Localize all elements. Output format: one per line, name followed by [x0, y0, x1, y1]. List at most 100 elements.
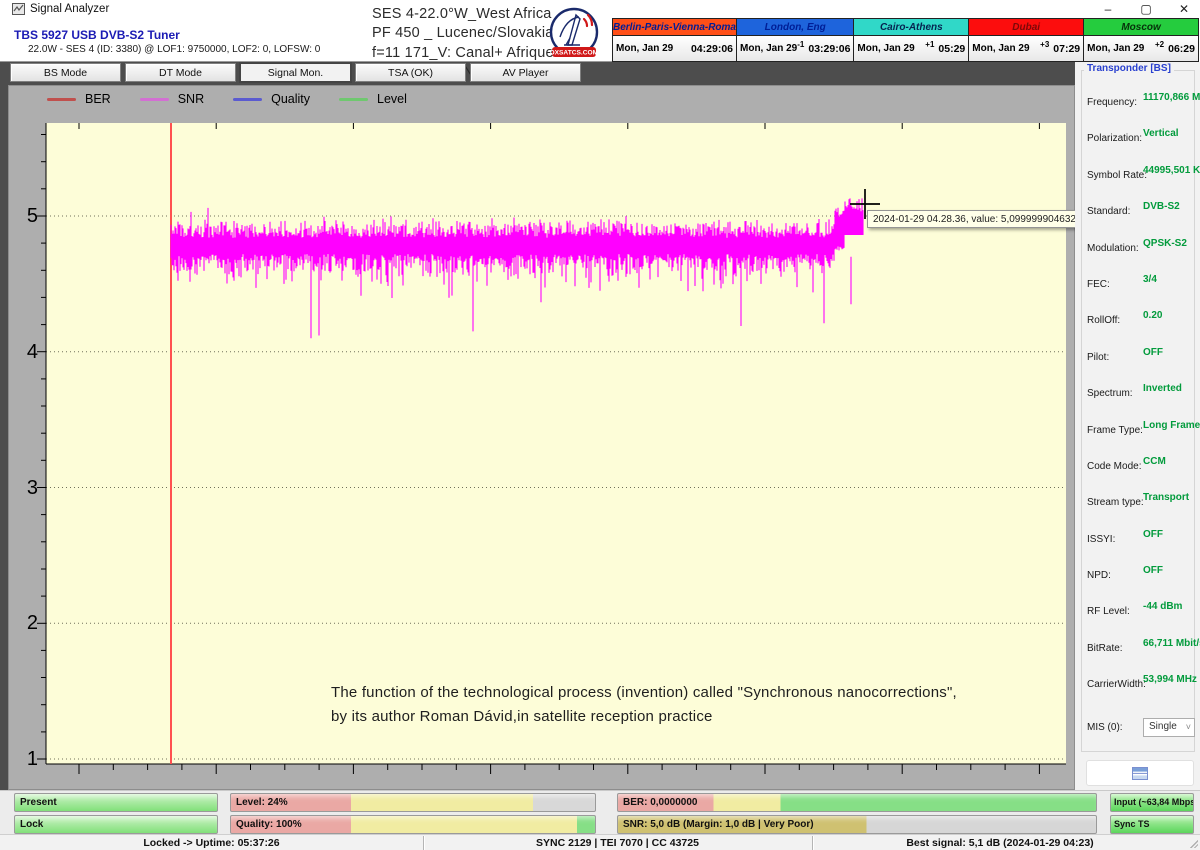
- clock-date: Mon, Jan 29: [1087, 43, 1144, 54]
- transponder-title: Transponder [BS]: [1084, 63, 1174, 74]
- mode-tab[interactable]: BS Mode: [10, 63, 121, 82]
- field-value: QPSK-S2: [1143, 238, 1187, 249]
- mode-tab[interactable]: AV Player: [470, 63, 581, 82]
- field-label: Stream type:: [1087, 497, 1144, 508]
- world-clocks: Berlin-Paris-Vienna-Roma Mon, Jan 29 04:…: [613, 18, 1199, 62]
- field-label: Frequency:: [1087, 97, 1137, 108]
- close-button[interactable]: ✕: [1176, 1, 1192, 17]
- field-value: Vertical: [1143, 128, 1179, 139]
- field-value: 66,711 Mbit/s: [1143, 638, 1200, 649]
- field-label: BitRate:: [1087, 643, 1123, 654]
- mis-label: MIS (0):: [1087, 722, 1123, 733]
- logo-text: DXSATCS.COM: [550, 50, 599, 57]
- ber-bar: BER: 0,0000000: [617, 793, 1097, 812]
- field-value: 44995,501 KS/s: [1143, 165, 1200, 176]
- field-value: 3/4: [1143, 274, 1157, 285]
- chart-annotation-line1: The function of the technological proces…: [331, 684, 957, 701]
- present-indicator: Present: [14, 793, 218, 812]
- tab-label: AV Player: [503, 67, 549, 79]
- field-label: Pilot:: [1087, 352, 1109, 363]
- clock-body: Mon, Jan 29 +2 06:29: [1084, 36, 1198, 61]
- chart-annotation-line2: by its author Roman Dávid,in satellite r…: [331, 708, 713, 725]
- field-label: Frame Type:: [1087, 425, 1143, 436]
- clock-city-label: Dubai: [1012, 22, 1040, 33]
- field-label: Code Mode:: [1087, 461, 1141, 472]
- clock-utc-offset: +2: [1155, 40, 1164, 49]
- field-label: Polarization:: [1087, 133, 1142, 144]
- world-clock: Berlin-Paris-Vienna-Roma Mon, Jan 29 04:…: [612, 18, 737, 62]
- clock-date: Mon, Jan 29: [972, 43, 1029, 54]
- tuner-name: TBS 5927 USB DVB-S2 Tuner: [14, 28, 180, 42]
- tab-label: DT Mode: [159, 67, 202, 79]
- world-clock: Moscow Mon, Jan 29 +2 06:29: [1083, 18, 1199, 62]
- y-axis-tick-label: 4: [11, 338, 38, 366]
- transponder-fields: Frequency: 11170,866 MHz Polarization: V…: [1075, 90, 1200, 709]
- tab-label: TSA (OK): [388, 67, 433, 79]
- clock-header: Cairo-Athens: [854, 19, 968, 36]
- field-value: OFF: [1143, 565, 1163, 576]
- field-label: Symbol Rate:: [1087, 170, 1147, 181]
- clock-utc-offset: +3: [1040, 40, 1049, 49]
- field-value: OFF: [1143, 347, 1163, 358]
- transponder-field-row: Pilot: OFF: [1075, 345, 1200, 381]
- satellite-info-line: PF 450 _ Lucenec/Slovakia: [372, 24, 552, 43]
- field-value: Long Frame: [1143, 420, 1200, 431]
- transponder-field-row: NPD: OFF: [1075, 563, 1200, 599]
- signal-chart-panel: BER SNR Quality Level 12345 The function…: [8, 85, 1075, 790]
- dxsatcs-logo: DXSATCS.COM: [546, 7, 602, 59]
- resize-grip-icon[interactable]: [1189, 839, 1198, 848]
- field-label: Spectrum:: [1087, 388, 1133, 399]
- statusbar-uptime: Locked -> Uptime: 05:37:26: [0, 836, 423, 850]
- transponder-field-row: Standard: DVB-S2: [1075, 199, 1200, 235]
- value-tooltip: 2024-01-29 04.28.36, value: 5,0999999046…: [867, 210, 1093, 228]
- field-label: NPD:: [1087, 570, 1111, 581]
- y-axis-tick-label: 3: [11, 474, 38, 502]
- mode-tab[interactable]: TSA (OK): [355, 63, 466, 82]
- clock-time: 03:29:06: [808, 43, 850, 55]
- field-value: 0.20: [1143, 310, 1162, 321]
- y-axis-tick-label: 1: [11, 745, 38, 773]
- statusbar-counters: SYNC 2129 | TEI 7070 | CC 43725: [423, 836, 812, 850]
- world-clock: Cairo-Athens Mon, Jan 29 +1 05:29: [853, 18, 969, 62]
- field-value: Inverted: [1143, 383, 1182, 394]
- clock-header: Berlin-Paris-Vienna-Roma: [613, 19, 736, 36]
- transponder-field-row: Modulation: QPSK-S2: [1075, 236, 1200, 272]
- clock-body: Mon, Jan 29 +3 07:29: [969, 36, 1083, 61]
- field-value: CCM: [1143, 456, 1166, 467]
- maximize-button[interactable]: ▢: [1138, 1, 1154, 17]
- mode-tab[interactable]: Signal Mon.: [240, 63, 351, 82]
- transponder-field-row: BitRate: 66,711 Mbit/s: [1075, 636, 1200, 672]
- transponder-list-button[interactable]: [1086, 760, 1194, 786]
- transponder-field-row: RollOff: 0.20: [1075, 308, 1200, 344]
- field-label: ISSYI:: [1087, 534, 1115, 545]
- tuner-details: 22.0W - SES 4 (ID: 3380) @ LOF1: 9750000…: [28, 44, 320, 55]
- transponder-field-row: Symbol Rate: 44995,501 KS/s: [1075, 163, 1200, 199]
- field-value: -44 dBm: [1143, 601, 1182, 612]
- minimize-button[interactable]: –: [1100, 1, 1116, 17]
- clock-date: Mon, Jan 29: [740, 43, 797, 54]
- field-value: 11170,866 MHz: [1143, 92, 1200, 103]
- mis-selected-value: Single: [1149, 721, 1177, 732]
- clock-time: 05:29: [938, 43, 965, 55]
- tab-label: Signal Mon.: [268, 67, 323, 79]
- clock-time: 07:29: [1053, 43, 1080, 55]
- clock-body: Mon, Jan 29 +1 05:29: [854, 36, 968, 61]
- clock-body: Mon, Jan 29 -1 03:29:06: [737, 36, 853, 61]
- mode-tabs: BS Mode DT Mode Signal Mon. TSA (OK) AV …: [10, 63, 581, 82]
- satellite-info-line: f=11 171_V: Canal+ Afrique: [372, 44, 552, 63]
- y-axis-tick-label: 5: [11, 202, 38, 230]
- statusbar-best-signal: Best signal: 5,1 dB (2024-01-29 04:23): [812, 836, 1188, 850]
- world-clock: London, Eng Mon, Jan 29 -1 03:29:06: [736, 18, 854, 62]
- transponder-field-row: Frequency: 11170,866 MHz: [1075, 90, 1200, 126]
- transponder-field-row: FEC: 3/4: [1075, 272, 1200, 308]
- transponder-field-row: Spectrum: Inverted: [1075, 381, 1200, 417]
- mis-select[interactable]: Single ˅: [1143, 718, 1195, 737]
- clock-body: Mon, Jan 29 04:29:06: [613, 36, 736, 61]
- window-title: Signal Analyzer: [30, 3, 109, 15]
- clock-date: Mon, Jan 29: [857, 43, 914, 54]
- clock-header: Dubai: [969, 19, 1083, 36]
- mode-tab[interactable]: DT Mode: [125, 63, 236, 82]
- world-clock: Dubai Mon, Jan 29 +3 07:29: [968, 18, 1084, 62]
- snr-bar: SNR: 5,0 dB (Margin: 1,0 dB | Very Poor): [617, 815, 1097, 834]
- field-label: Standard:: [1087, 206, 1130, 217]
